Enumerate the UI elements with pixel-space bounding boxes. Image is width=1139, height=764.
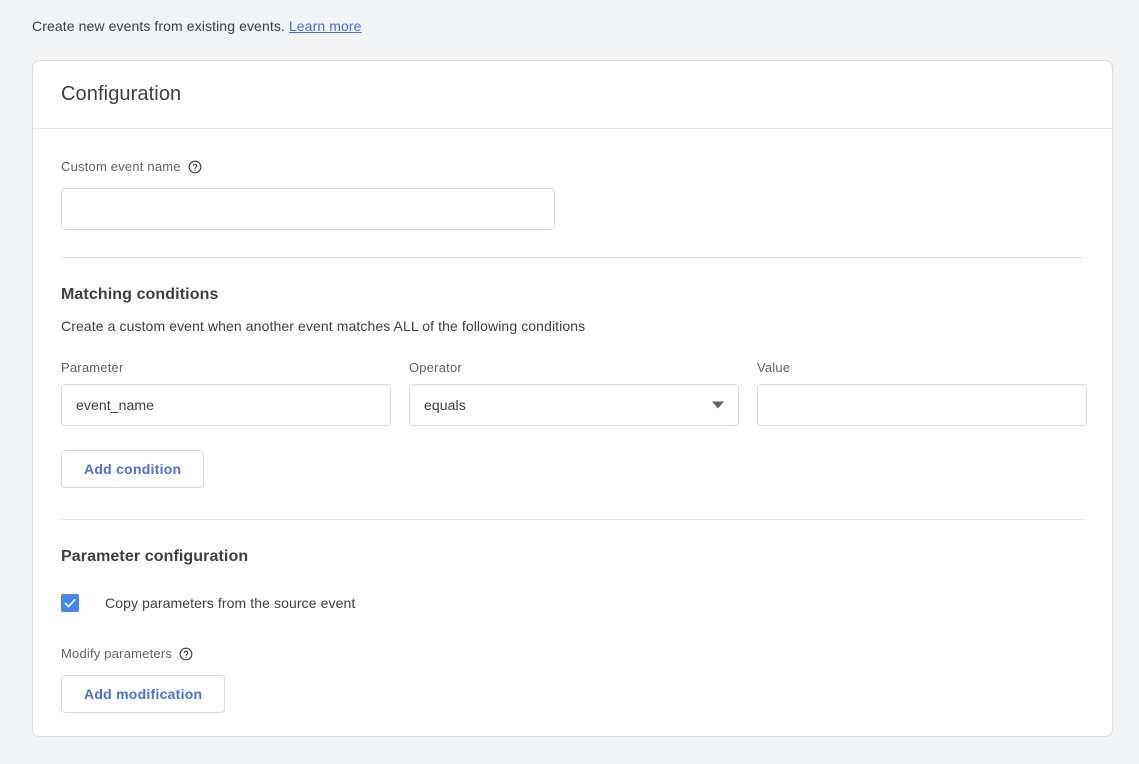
matching-conditions-description: Create a custom event when another event… [61, 318, 586, 334]
parameter-input[interactable]: event_name [61, 384, 391, 426]
intro-description: Create new events from existing events. [32, 18, 285, 34]
modify-parameters-label-text: Modify parameters [61, 646, 173, 661]
intro-text: Create new events from existing events. … [32, 16, 362, 36]
parameter-label: Parameter [61, 360, 124, 375]
page-title: Configuration [61, 83, 182, 105]
copy-parameters-label[interactable]: Copy parameters from the source event [105, 595, 355, 611]
value-label: Value [757, 360, 791, 375]
copy-parameters-checkbox[interactable] [61, 594, 79, 612]
condition-parameter-column: Parameter event_name [61, 360, 391, 426]
section-custom-event-name: Custom event name [61, 129, 1084, 230]
condition-operator-column: Operator equals [409, 360, 739, 426]
check-icon [64, 598, 76, 608]
configuration-card: Configuration Custom event name Matching… [32, 60, 1113, 737]
modify-parameters-label: Modify parameters [61, 646, 1084, 661]
add-modification-button[interactable]: Add modification [61, 675, 226, 713]
add-condition-button[interactable]: Add condition [61, 450, 205, 488]
condition-value-column: Value [757, 360, 1087, 426]
operator-select[interactable]: equals [409, 384, 739, 426]
help-circle-icon[interactable] [179, 647, 193, 661]
custom-event-name-input[interactable] [61, 188, 555, 230]
learn-more-link[interactable]: Learn more [289, 18, 362, 34]
operator-select-value: equals [424, 397, 466, 413]
card-header: Configuration [33, 61, 1112, 129]
help-circle-icon[interactable] [188, 160, 202, 174]
matching-conditions-heading: Matching conditions [61, 286, 219, 303]
custom-event-name-label-text: Custom event name [61, 159, 181, 174]
operator-label: Operator [409, 360, 462, 375]
copy-parameters-row: Copy parameters from the source event [61, 594, 1084, 612]
parameter-configuration-heading: Parameter configuration [61, 548, 249, 565]
card-body: Custom event name Matching conditions Cr… [33, 129, 1112, 713]
section-matching-conditions: Matching conditions Create a custom even… [61, 258, 1087, 488]
custom-event-name-label: Custom event name [61, 159, 1084, 174]
chevron-down-icon [712, 401, 724, 409]
value-input[interactable] [757, 384, 1087, 426]
section-parameter-configuration: Parameter configuration Copy parameters … [61, 520, 1084, 713]
condition-row: Parameter event_name Operator equals Val… [61, 360, 1087, 426]
